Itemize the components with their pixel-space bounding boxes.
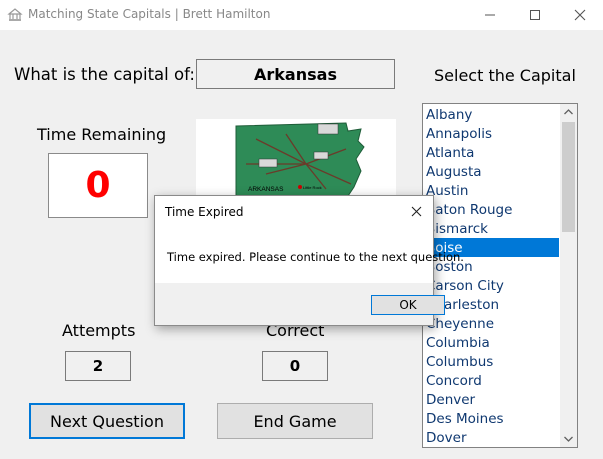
list-item[interactable]: Albany [426, 106, 472, 125]
maximize-icon [530, 10, 540, 20]
title-bar: Matching State Capitals | Brett Hamilton [0, 0, 603, 30]
close-icon [411, 206, 421, 216]
window-title: Matching State Capitals | Brett Hamilton [28, 7, 271, 21]
maximize-button[interactable] [512, 0, 558, 30]
state-name: Arkansas [254, 64, 337, 84]
correct-value: 0 [289, 357, 301, 375]
list-item[interactable]: Denver [426, 391, 475, 410]
list-item[interactable]: Columbus [426, 353, 493, 372]
timer-value: 0 [85, 165, 111, 206]
state-map-image: ARKANSAS Little Rock [196, 119, 396, 199]
attempts-value: 2 [92, 357, 104, 375]
dialog-message: Time expired. Please continue to the nex… [167, 250, 464, 264]
map-state-label: ARKANSAS [248, 186, 284, 193]
list-scrollbar[interactable] [560, 104, 577, 447]
time-remaining-label: Time Remaining [37, 125, 167, 144]
list-item[interactable]: Bismarck [426, 220, 488, 239]
attempts-label: Attempts [62, 321, 136, 340]
close-button[interactable] [557, 0, 603, 30]
list-item[interactable]: Des Moines [426, 410, 504, 429]
next-question-button[interactable]: Next Question [29, 403, 185, 439]
app-icon [7, 8, 23, 21]
question-prompt: What is the capital of: [14, 65, 195, 84]
list-item[interactable]: Columbia [426, 334, 490, 353]
scroll-up-icon[interactable] [564, 109, 573, 115]
time-expired-dialog: Time Expired Time expired. Please contin… [154, 195, 464, 326]
map-city-label: Little Rock [303, 185, 322, 190]
list-item[interactable]: Carson City [426, 277, 504, 296]
select-capital-label: Select the Capital [434, 66, 576, 85]
scroll-down-icon[interactable] [564, 436, 573, 442]
dialog-footer: OK [155, 283, 445, 325]
list-item[interactable]: Annapolis [426, 125, 492, 144]
close-icon [574, 9, 586, 21]
attempts-box: 2 [65, 351, 131, 381]
list-item[interactable]: Baton Rouge [426, 201, 512, 220]
list-item[interactable]: Atlanta [426, 144, 474, 163]
minimize-button[interactable] [467, 0, 513, 30]
list-item[interactable]: Augusta [426, 163, 482, 182]
correct-box: 0 [262, 351, 328, 381]
capitals-listbox[interactable]: Albany Annapolis Atlanta Augusta Austin … [422, 103, 578, 448]
dialog-ok-button[interactable]: OK [371, 295, 445, 315]
list-item[interactable]: Dover [426, 429, 467, 447]
timer-box: 0 [48, 153, 148, 218]
scrollbar-thumb[interactable] [562, 122, 575, 232]
list-item[interactable]: Concord [426, 372, 482, 391]
list-item[interactable]: Cheyenne [426, 315, 494, 334]
dialog-close-button[interactable] [399, 196, 433, 226]
end-game-button[interactable]: End Game [217, 403, 373, 439]
state-name-box: Arkansas [196, 59, 395, 89]
minimize-icon [485, 14, 495, 16]
dialog-title: Time Expired [165, 205, 244, 219]
